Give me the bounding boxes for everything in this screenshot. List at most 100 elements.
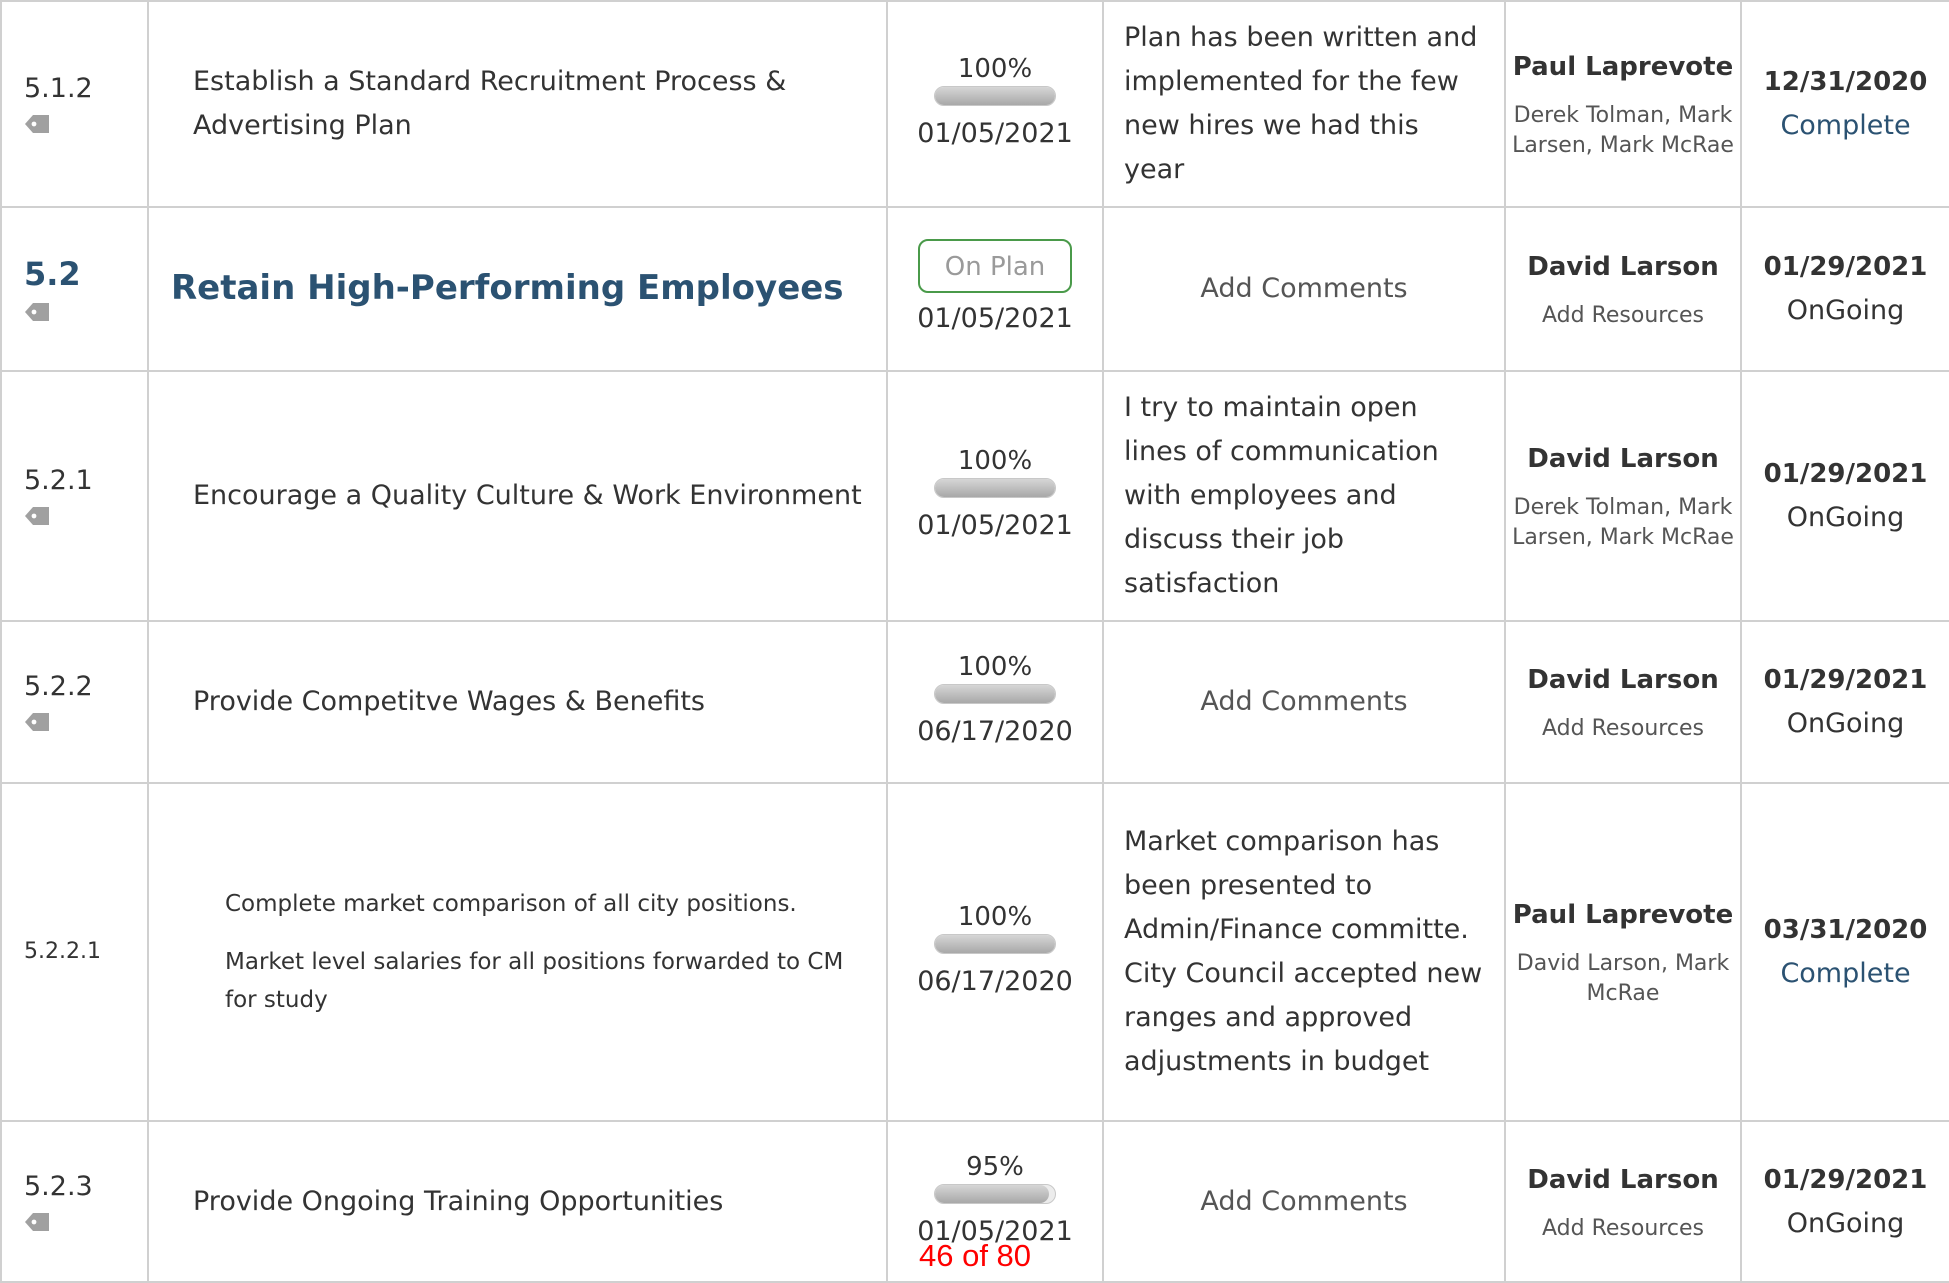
number-cell: 5.2.1 (0, 370, 149, 622)
item-title[interactable]: Provide Ongoing Training Opportunities (193, 1186, 723, 1217)
status-date: 06/17/2020 (917, 966, 1073, 997)
title-cell: Retain High-Performing Employees (147, 206, 888, 372)
progress-bar (934, 1183, 1056, 1204)
owner-cell: David Larson Add Resources (1504, 1120, 1742, 1283)
strategic-plan-table: 5.1.2 Establish a Standard Recruitment P… (0, 0, 1949, 1283)
due-cell: 01/29/2021 OnGoing (1740, 370, 1949, 622)
item-number: 5.2.1 (24, 465, 93, 496)
section-number: 5.2 (24, 255, 81, 293)
resources-list[interactable]: Derek Tolman, Mark Larsen, Mark McRae (1506, 493, 1740, 553)
comment-cell: Plan has been written and implemented fo… (1102, 0, 1506, 208)
add-comments-link[interactable]: Add Comments (1124, 680, 1484, 724)
comment-cell: Add Comments (1102, 1120, 1506, 1283)
comment-cell: Market comparison has been presented to … (1102, 782, 1506, 1122)
percent-label: 100% (957, 652, 1033, 682)
number-cell: 5.2.3 (0, 1120, 149, 1283)
status-pill[interactable]: On Plan (918, 239, 1072, 293)
add-comments-link[interactable]: Add Comments (1124, 267, 1484, 311)
status-date: 01/05/2021 (917, 510, 1073, 541)
add-resources-link[interactable]: Add Resources (1506, 714, 1740, 744)
status-cell: On Plan 01/05/2021 (886, 206, 1104, 372)
owner-cell: David Larson Derek Tolman, Mark Larsen, … (1504, 370, 1742, 622)
title-cell: Provide Ongoing Training Opportunities (147, 1120, 888, 1283)
add-comments-link[interactable]: Add Comments (1124, 1180, 1484, 1224)
table-row: 5.1.2 Establish a Standard Recruitment P… (0, 0, 1949, 208)
item-number: 5.2.2 (24, 671, 93, 702)
owner-name: Paul Laprevote (1512, 900, 1734, 930)
due-cell: 12/31/2020 Complete (1740, 0, 1949, 208)
section-row: 5.2 Retain High-Performing Employees On … (0, 206, 1949, 372)
progress-fill (935, 479, 1055, 497)
item-title[interactable]: Provide Competitve Wages & Benefits (193, 686, 705, 717)
progress-bar (934, 684, 1056, 704)
comment-cell: Add Comments (1102, 620, 1506, 784)
page-counter: 46 of 80 (919, 1238, 1032, 1273)
add-resources-link[interactable]: Add Resources (1506, 1214, 1740, 1244)
status-cell: 100% 06/17/2020 (886, 620, 1104, 784)
due-date: 01/29/2021 (1763, 1164, 1928, 1195)
section-title[interactable]: Retain High-Performing Employees (171, 268, 844, 308)
number-cell: 5.2.2.1 (0, 782, 149, 1122)
tag-icon[interactable] (24, 1211, 147, 1237)
number-cell: 5.1.2 (0, 0, 149, 208)
owner-name: David Larson (1527, 665, 1719, 695)
status-date: 06/17/2020 (917, 716, 1073, 747)
add-resources-link[interactable]: Add Resources (1506, 301, 1740, 331)
item-title[interactable]: Establish a Standard Recruitment Process… (193, 66, 786, 141)
due-cell: 03/31/2020 Complete (1740, 782, 1949, 1122)
item-title-line[interactable]: Market level salaries for all positions … (225, 943, 866, 1019)
due-status[interactable]: Complete (1742, 952, 1949, 996)
due-date: 01/29/2021 (1763, 459, 1928, 489)
table-row: 5.2.1 Encourage a Quality Culture & Work… (0, 370, 1949, 622)
status-date: 01/05/2021 (917, 303, 1073, 334)
comment-text[interactable]: Market comparison has been presented to … (1124, 826, 1482, 1077)
due-status[interactable]: OnGoing (1742, 702, 1949, 746)
table-row: 5.2.2.1 Complete market comparison of al… (0, 782, 1949, 1122)
tag-icon[interactable] (24, 505, 147, 531)
comment-text[interactable]: Plan has been written and implemented fo… (1124, 22, 1477, 185)
tag-icon[interactable] (24, 301, 147, 327)
resources-list[interactable]: Derek Tolman, Mark Larsen, Mark McRae (1506, 101, 1740, 161)
progress-fill (935, 1184, 1049, 1203)
title-cell: Complete market comparison of all city p… (147, 782, 888, 1122)
progress-bar (934, 478, 1056, 498)
due-status[interactable]: OnGoing (1742, 1202, 1949, 1246)
percent-label: 95% (966, 1151, 1024, 1182)
due-cell: 01/29/2021 OnGoing (1740, 1120, 1949, 1283)
tag-icon[interactable] (24, 113, 147, 139)
item-number: 5.1.2 (24, 73, 93, 104)
number-cell: 5.2 (0, 206, 149, 372)
number-cell: 5.2.2 (0, 620, 149, 784)
table-row: 5.2.2 Provide Competitve Wages & Benefit… (0, 620, 1949, 784)
due-date: 01/29/2021 (1763, 665, 1928, 695)
due-date: 12/31/2020 (1763, 67, 1928, 97)
percent-label: 100% (957, 54, 1033, 84)
item-number: 5.2.3 (24, 1170, 93, 1202)
due-status[interactable]: OnGoing (1742, 289, 1949, 333)
status-cell: 100% 06/17/2020 (886, 782, 1104, 1122)
percent-label: 100% (957, 902, 1033, 932)
due-cell: 01/29/2021 OnGoing (1740, 206, 1949, 372)
progress-bar (934, 934, 1056, 954)
progress-bar (934, 86, 1056, 106)
owner-cell: David Larson Add Resources (1504, 620, 1742, 784)
comment-cell: Add Comments (1102, 206, 1506, 372)
item-title[interactable]: Encourage a Quality Culture & Work Envir… (193, 480, 862, 511)
due-cell: 01/29/2021 OnGoing (1740, 620, 1949, 784)
tag-icon[interactable] (24, 711, 147, 737)
title-cell: Encourage a Quality Culture & Work Envir… (147, 370, 888, 622)
owner-cell: Paul Laprevote David Larson, Mark McRae (1504, 782, 1742, 1122)
owner-name: Paul Laprevote (1512, 52, 1734, 82)
comment-text[interactable]: I try to maintain open lines of communic… (1124, 392, 1439, 599)
percent-label: 100% (957, 446, 1033, 476)
due-status[interactable]: Complete (1742, 104, 1949, 148)
owner-name: David Larson (1527, 252, 1719, 282)
resources-list[interactable]: David Larson, Mark McRae (1506, 949, 1740, 1009)
owner-name: David Larson (1527, 444, 1719, 474)
progress-fill (935, 935, 1055, 953)
item-title-line[interactable]: Complete market comparison of all city p… (225, 885, 866, 923)
comment-cell: I try to maintain open lines of communic… (1102, 370, 1506, 622)
owner-cell: David Larson Add Resources (1504, 206, 1742, 372)
due-status[interactable]: OnGoing (1742, 496, 1949, 540)
owner-name: David Larson (1527, 1164, 1719, 1195)
